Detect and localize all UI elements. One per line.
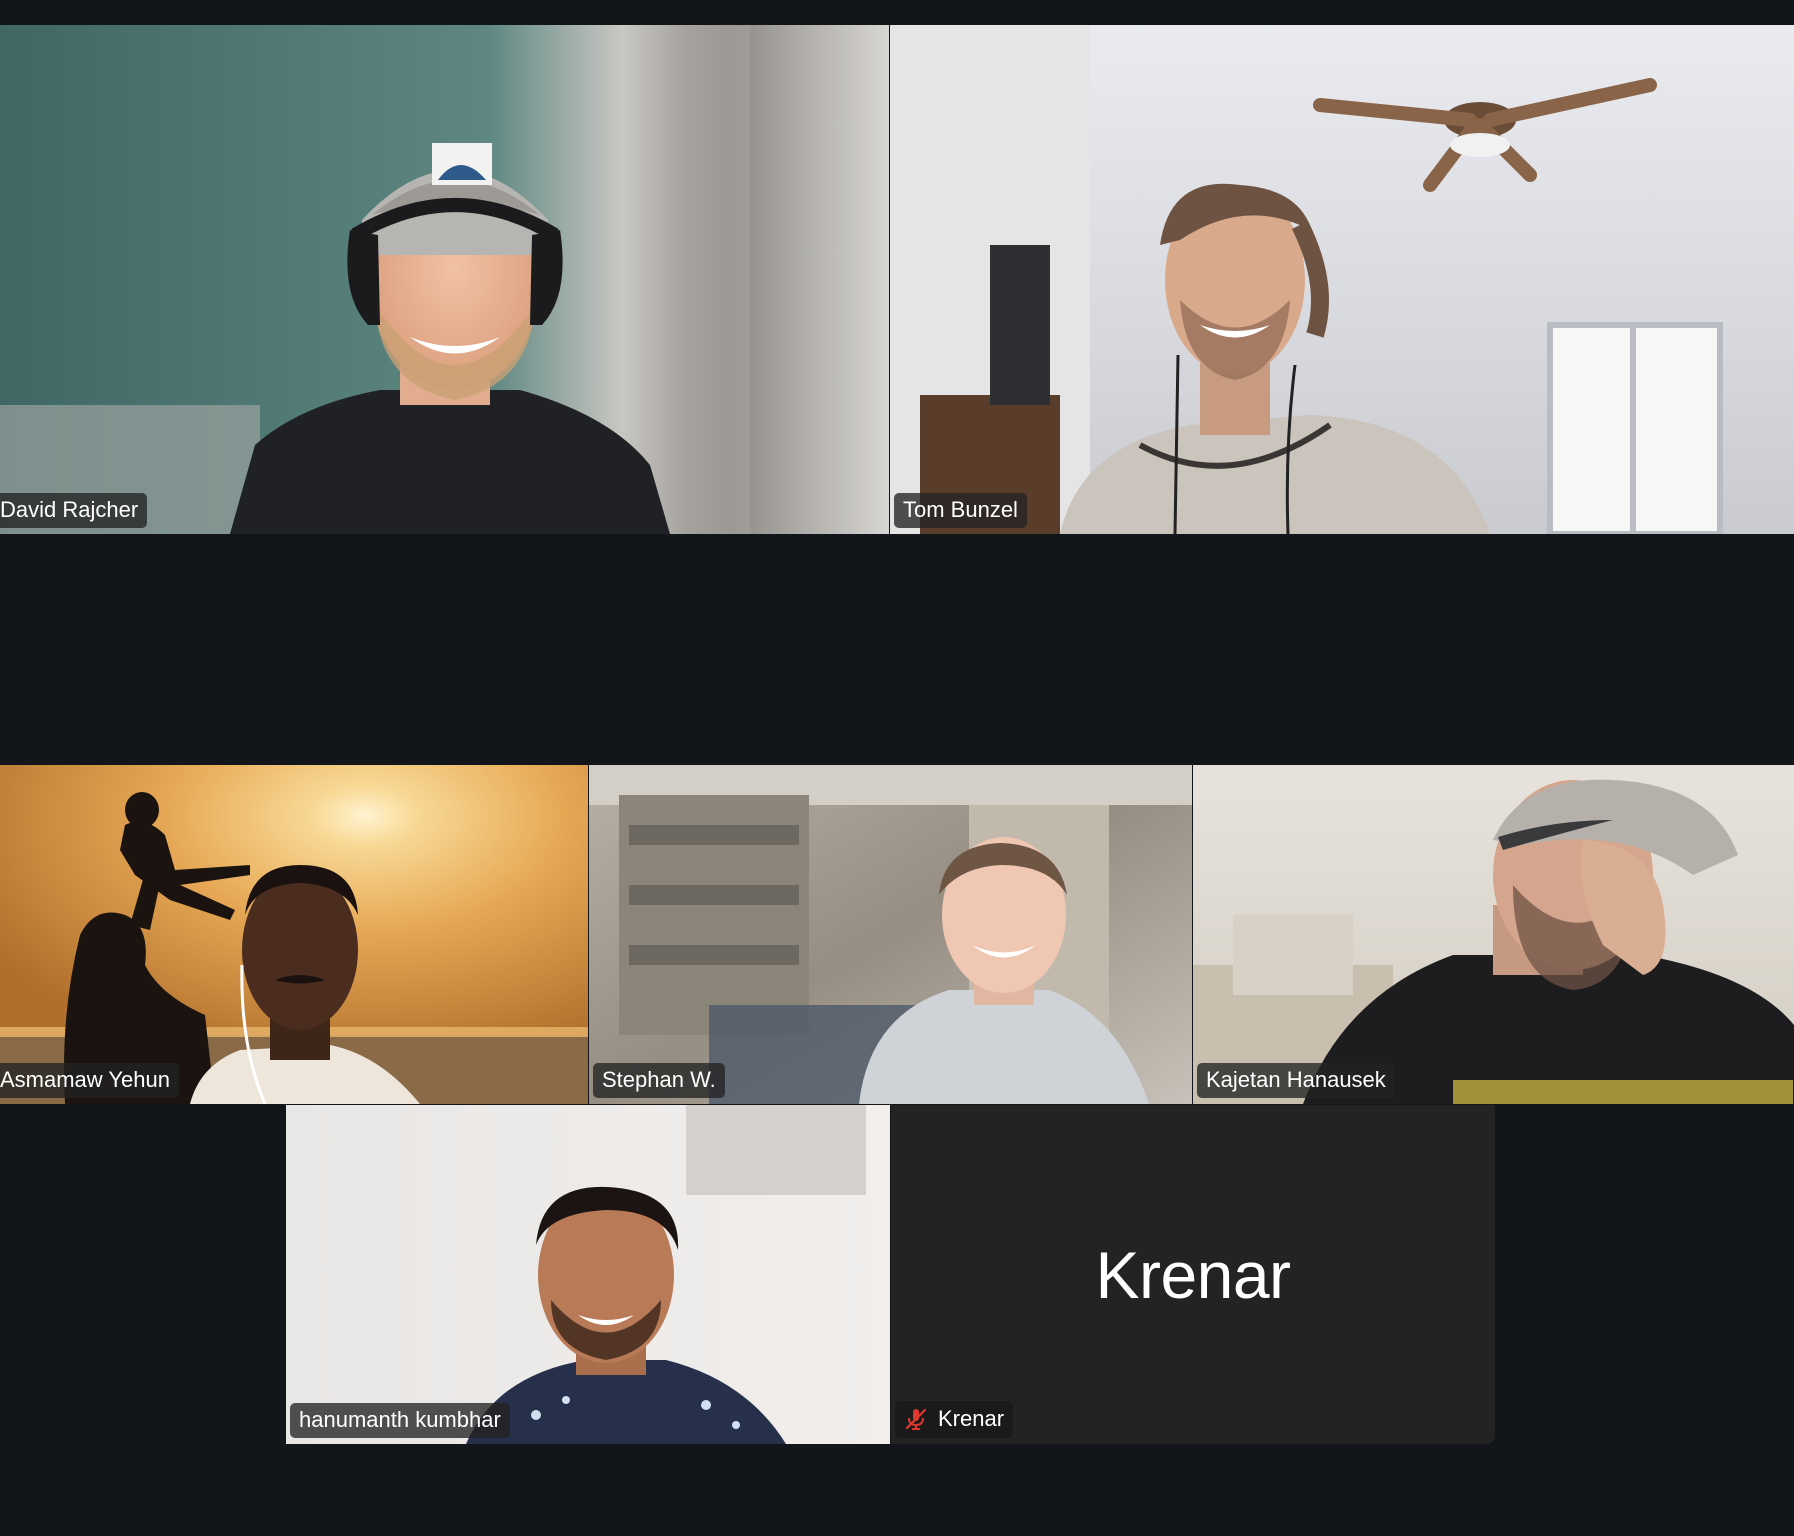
participant-name-label: Kajetan Hanausek xyxy=(1197,1063,1395,1098)
participant-video-feed xyxy=(0,25,889,534)
participant-name: Kajetan Hanausek xyxy=(1206,1067,1386,1092)
participant-name: David Rajcher xyxy=(0,497,139,522)
video-gallery: David Rajcher Tom Bunzel Asmamaw Yehun S… xyxy=(0,0,1794,1536)
participant-name-label: Stephan W. xyxy=(593,1063,725,1098)
participant-name-label: David Rajcher xyxy=(0,493,148,528)
participant-video-feed xyxy=(1193,765,1794,1104)
video-tile-kajetan-hanausek[interactable]: Kajetan Hanausek xyxy=(1193,765,1794,1104)
participant-video-feed xyxy=(0,765,588,1104)
participant-video-feed xyxy=(890,25,1794,534)
video-tile-david-rajcher[interactable]: David Rajcher xyxy=(0,25,889,534)
participant-name-label: Asmamaw Yehun xyxy=(0,1063,179,1098)
participant-name-label: Tom Bunzel xyxy=(894,493,1027,528)
microphone-muted-icon xyxy=(904,1407,928,1431)
video-tile-krenar[interactable]: Krenar Krenar xyxy=(891,1105,1495,1444)
participant-name: hanumanth kumbhar xyxy=(299,1407,501,1432)
participant-name: Krenar xyxy=(938,1406,1005,1431)
participant-name: Tom Bunzel xyxy=(903,497,1018,522)
participant-name: Asmamaw Yehun xyxy=(0,1067,170,1092)
participant-video-feed xyxy=(589,765,1192,1104)
video-tile-asmamaw-yehun[interactable]: Asmamaw Yehun xyxy=(0,765,588,1104)
participant-display-name: Krenar xyxy=(1095,1237,1291,1312)
video-tile-stephan-w[interactable]: Stephan W. xyxy=(589,765,1192,1104)
video-tile-hanumanth-kumbhar[interactable]: hanumanth kumbhar xyxy=(286,1105,890,1444)
participant-name-label: hanumanth kumbhar xyxy=(290,1403,510,1438)
participant-name: Stephan W. xyxy=(602,1067,716,1092)
video-tile-tom-bunzel[interactable]: Tom Bunzel xyxy=(890,25,1794,534)
participant-video-feed xyxy=(286,1105,890,1444)
participant-name-label: Krenar xyxy=(895,1401,1014,1438)
